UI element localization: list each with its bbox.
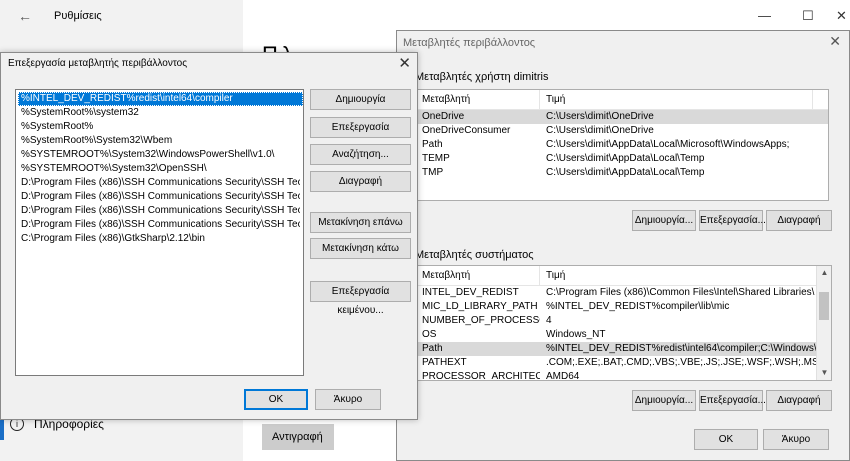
table-row[interactable]: PROCESSOR_ARCHITECTURE AMD64 (416, 370, 831, 381)
variable-value-cell: C:\Users\dimit\OneDrive (546, 125, 654, 136)
system-new-button[interactable]: Δημιουργία... (632, 390, 696, 411)
variable-name-cell: PATHEXT (422, 357, 467, 368)
variable-value-cell: C:\Users\dimit\AppData\Local\Temp (546, 153, 705, 164)
ok-button[interactable]: OK (694, 429, 758, 450)
user-edit-button[interactable]: Επεξεργασία... (699, 210, 766, 231)
variable-name-cell: INTEL_DEV_REDIST (422, 287, 519, 298)
variable-value-cell: C:\Users\dimit\OneDrive (546, 111, 654, 122)
table-row[interactable]: INTEL_DEV_REDIST C:\Program Files (x86)\C… (416, 286, 831, 300)
ok-button[interactable]: OK (244, 389, 308, 410)
list-item[interactable]: %SystemRoot%\system32 (16, 106, 300, 120)
column-header-variable[interactable]: Μεταβλητή (416, 90, 540, 109)
variable-value-cell: C:\Users\dimit\AppData\Local\Temp (546, 167, 705, 178)
table-row[interactable]: Path C:\Users\dimit\AppData\Local\Microso… (416, 138, 828, 152)
back-arrow-icon[interactable]: ← (18, 8, 36, 24)
minimize-icon[interactable]: — (758, 8, 771, 23)
scroll-down-icon[interactable]: ▼ (817, 366, 831, 380)
close-icon[interactable]: ✕ (836, 8, 847, 24)
variable-value-cell: AMD64 (546, 371, 580, 381)
variable-value-cell: 4 (546, 315, 552, 326)
table-row[interactable]: PATHEXT .COM;.EXE;.BAT;.CMD;.VBS;.VBE;.JS… (416, 356, 831, 370)
path-list[interactable]: %INTEL_DEV_REDIST%redist\intel64\compile… (15, 89, 304, 376)
copy-button[interactable]: Αντιγραφή (262, 424, 334, 450)
user-variables-label: Μεταβλητές χρήστη dimitris (415, 71, 549, 83)
list-item[interactable]: D:\Program Files (x86)\SSH Communication… (16, 218, 300, 232)
cancel-button[interactable]: Άκυρο (315, 389, 381, 410)
cancel-button[interactable]: Άκυρο (763, 429, 829, 450)
list-item[interactable]: D:\Program Files (x86)\SSH Communication… (16, 190, 300, 204)
dialog-title: Μεταβλητές περιβάλλοντος (403, 37, 536, 49)
variable-name-cell: OneDrive (422, 111, 465, 122)
system-list-scrollbar[interactable]: ▲ ▼ (816, 266, 831, 380)
settings-title: Ρυθμίσεις (54, 10, 102, 22)
table-row[interactable]: OS Windows_NT (416, 328, 831, 342)
move-up-button[interactable]: Μετακίνηση επάνω (310, 212, 411, 233)
list-item[interactable]: C:\Program Files (x86)\GtkSharp\2.12\bin (16, 232, 300, 246)
variable-value-cell: Windows_NT (546, 329, 606, 340)
table-row[interactable]: TEMP C:\Users\dimit\AppData\Local\Temp (416, 152, 828, 166)
table-row[interactable]: MIC_LD_LIBRARY_PATH %INTEL_DEV_REDIST%com… (416, 300, 831, 314)
table-row[interactable]: NUMBER_OF_PROCESSORS 4 (416, 314, 831, 328)
move-down-button[interactable]: Μετακίνηση κάτω (310, 238, 411, 259)
variable-value-cell: C:\Users\dimit\AppData\Local\Microsoft\W… (546, 139, 790, 150)
column-header-value[interactable]: Τιμή (540, 90, 813, 109)
scrollbar-thumb[interactable] (819, 292, 829, 320)
environment-variables-dialog: Μεταβλητές περιβάλλοντος ✕ Μεταβλητές χρ… (396, 30, 850, 461)
system-variables-label: Μεταβλητές συστήματος (415, 249, 534, 261)
list-item[interactable]: %INTEL_DEV_REDIST%redist\intel64\compile… (18, 92, 303, 106)
system-variables-list[interactable]: Μεταβλητή Τιμή INTEL_DEV_REDIST C:\Progra… (415, 265, 832, 381)
variable-name-cell: MIC_LD_LIBRARY_PATH (422, 301, 538, 312)
edit-environment-variable-dialog: Επεξεργασία μεταβλητής περιβάλλοντος ✕ %… (0, 52, 418, 420)
list-item[interactable]: %SYSTEMROOT%\System32\OpenSSH\ (16, 162, 300, 176)
list-item[interactable]: %SYSTEMROOT%\System32\WindowsPowerShell\… (16, 148, 300, 162)
table-row[interactable]: TMP C:\Users\dimit\AppData\Local\Temp (416, 166, 828, 180)
variable-value-cell: C:\Program Files (x86)\Common Files\Inte… (546, 287, 815, 298)
table-row[interactable]: Path %INTEL_DEV_REDIST%redist\intel64\com… (416, 342, 831, 356)
edit-text-button[interactable]: Επεξεργασία κειμένου... (310, 281, 411, 316)
variable-name-cell: TMP (422, 167, 444, 178)
column-header-value[interactable]: Τιμή (540, 266, 818, 285)
delete-button[interactable]: Διαγραφή (310, 171, 411, 192)
dialog-title: Επεξεργασία μεταβλητής περιβάλλοντος (8, 58, 188, 69)
table-row[interactable]: OneDriveConsumer C:\Users\dimit\OneDrive (416, 124, 828, 138)
column-header-variable[interactable]: Μεταβλητή (416, 266, 540, 285)
system-edit-button[interactable]: Επεξεργασία... (699, 390, 766, 411)
variable-name-cell: PROCESSOR_ARCHITECTURE (422, 371, 540, 381)
close-icon[interactable]: ✕ (829, 33, 841, 50)
edit-button[interactable]: Επεξεργασία (310, 117, 411, 138)
user-delete-button[interactable]: Διαγραφή (766, 210, 832, 231)
user-variables-list[interactable]: Μεταβλητή Τιμή OneDrive C:\Users\dimit\On… (415, 89, 829, 201)
variable-value-cell: %INTEL_DEV_REDIST%redist\intel64\compile… (546, 343, 818, 354)
list-header: Μεταβλητή Τιμή (416, 266, 831, 286)
browse-button[interactable]: Αναζήτηση... (310, 144, 411, 165)
system-delete-button[interactable]: Διαγραφή (766, 390, 832, 411)
variable-name-cell: OneDriveConsumer (422, 125, 511, 136)
close-icon[interactable]: ✕ (398, 54, 411, 72)
variable-value-cell: .COM;.EXE;.BAT;.CMD;.VBS;.VBE;.JS;.JSE;.… (546, 357, 818, 368)
variable-name-cell: OS (422, 329, 437, 340)
list-item[interactable]: D:\Program Files (x86)\SSH Communication… (16, 176, 300, 190)
variable-name-cell: Path (422, 343, 443, 354)
maximize-icon[interactable]: ☐ (802, 8, 814, 24)
variable-name-cell: TEMP (422, 153, 450, 164)
list-item[interactable]: %SystemRoot%\System32\Wbem (16, 134, 300, 148)
list-item[interactable]: %SystemRoot% (16, 120, 300, 134)
user-new-button[interactable]: Δημιουργία... (632, 210, 696, 231)
list-item[interactable]: D:\Program Files (x86)\SSH Communication… (16, 204, 300, 218)
scroll-up-icon[interactable]: ▲ (817, 266, 831, 280)
variable-name-cell: NUMBER_OF_PROCESSORS (422, 315, 540, 326)
list-header: Μεταβλητή Τιμή (416, 90, 828, 110)
table-row[interactable]: OneDrive C:\Users\dimit\OneDrive (416, 110, 828, 124)
new-button[interactable]: Δημιουργία (310, 89, 411, 110)
variable-name-cell: Path (422, 139, 443, 150)
variable-value-cell: %INTEL_DEV_REDIST%compiler\lib\mic (546, 301, 730, 312)
